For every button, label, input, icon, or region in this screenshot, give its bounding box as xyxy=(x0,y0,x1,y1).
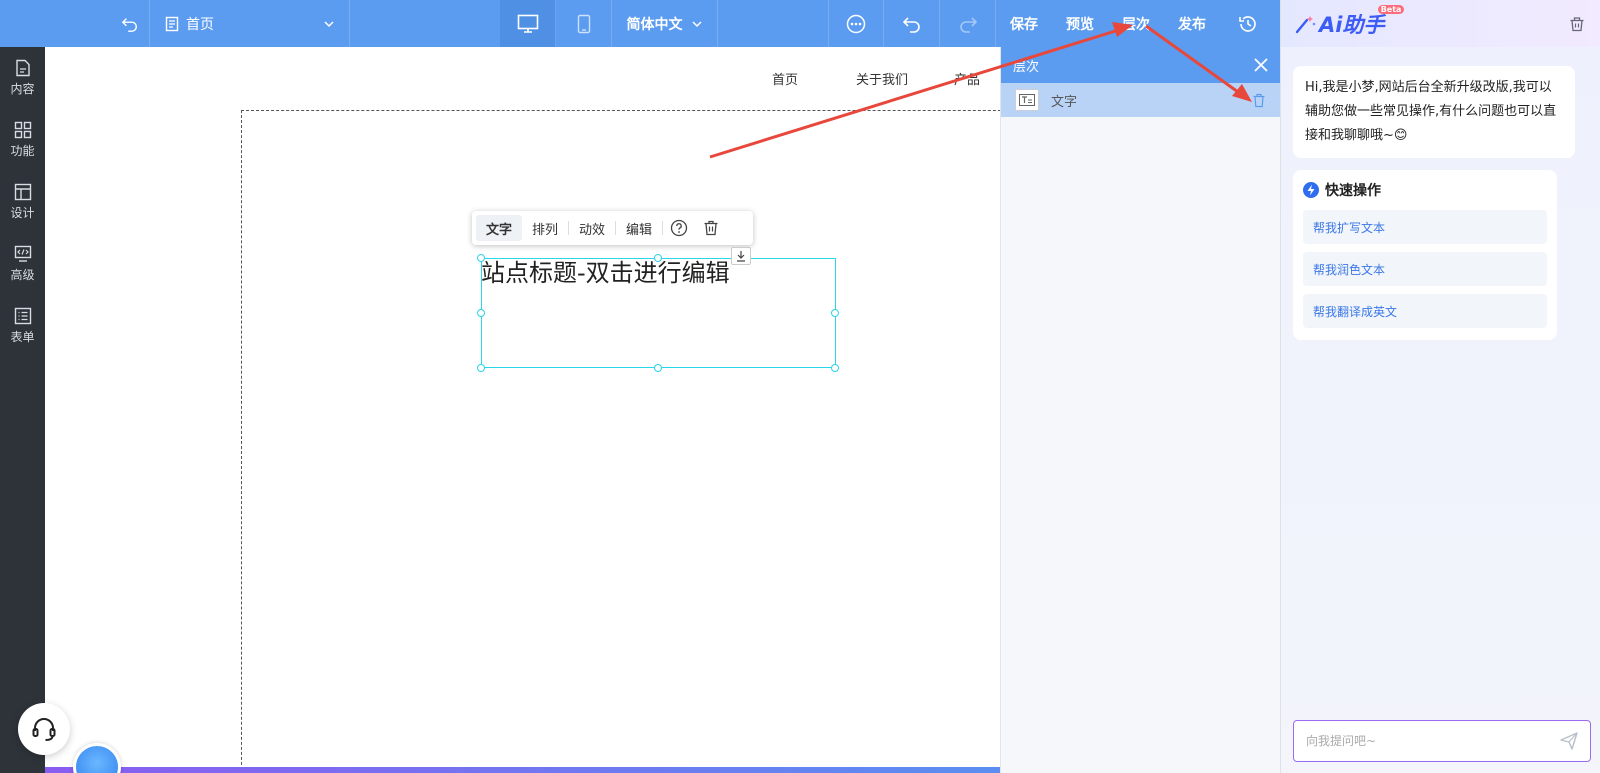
ai-greeting-message: Hi,我是小梦,网站后台全新升级改版,我可以辅助您做一些常见操作,有什么问题也可… xyxy=(1293,66,1575,158)
quick-actions-card: 快速操作 帮我扩写文本 帮我润色文本 帮我翻译成英文 xyxy=(1293,170,1557,340)
toolbar-tab-animation[interactable]: 动效 xyxy=(569,215,615,241)
text-layer-icon xyxy=(1015,89,1039,111)
anchor-button[interactable] xyxy=(731,247,751,265)
back-button[interactable] xyxy=(110,0,150,47)
chevron-down-icon xyxy=(324,20,334,27)
sidebar-item-features[interactable]: 功能 xyxy=(0,109,45,171)
more-icon xyxy=(846,14,866,33)
chevron-down-icon xyxy=(691,20,702,27)
desktop-view-button[interactable] xyxy=(500,0,556,47)
ai-assistant-panel: Ai助手 Beta Hi,我是小梦,网站后台全新升级改版,我可以辅助您做一些常见… xyxy=(1280,0,1600,773)
resize-handle[interactable] xyxy=(477,364,485,372)
magic-wand-icon xyxy=(1295,15,1316,33)
code-icon xyxy=(14,245,31,262)
language-label: 简体中文 xyxy=(626,16,683,33)
assistant-orb[interactable] xyxy=(73,743,121,773)
history-button[interactable] xyxy=(1220,0,1276,47)
left-sidebar: 内容 功能 设计 高级 表单 xyxy=(0,47,45,773)
sidebar-item-label: 设计 xyxy=(10,206,35,220)
send-icon[interactable] xyxy=(1560,732,1578,750)
layer-item[interactable]: 文字 xyxy=(1001,83,1280,117)
layers-panel: 层次 文字 xyxy=(1000,47,1280,773)
site-nav: 首页 关于我们 产品 xyxy=(45,69,1000,89)
ai-panel-header: Ai助手 Beta xyxy=(1281,0,1600,47)
page-icon xyxy=(165,16,179,31)
nav-item[interactable]: 首页 xyxy=(772,69,798,88)
element-toolbar: 文字 排列 动效 编辑 xyxy=(472,211,753,245)
resize-handle[interactable] xyxy=(654,364,662,372)
mobile-icon xyxy=(577,14,590,33)
customer-support-button[interactable] xyxy=(18,703,70,755)
toolbar-tab-text[interactable]: 文字 xyxy=(476,215,523,241)
canvas-bottom-bar xyxy=(45,767,1000,773)
history-icon xyxy=(1239,15,1256,32)
undo-button[interactable] xyxy=(884,0,940,47)
layers-button[interactable]: 层次 xyxy=(1108,0,1164,47)
site-title-text[interactable]: 站点标题-双击进行编辑 xyxy=(481,253,730,288)
layer-item-label: 文字 xyxy=(1051,94,1078,110)
close-icon[interactable] xyxy=(1254,58,1268,72)
layout-icon xyxy=(14,183,31,201)
desktop-icon xyxy=(517,14,538,33)
nav-item[interactable]: 关于我们 xyxy=(856,69,908,88)
resize-handle[interactable] xyxy=(477,309,485,317)
more-button[interactable] xyxy=(828,0,884,47)
content-area-outline xyxy=(241,110,1000,773)
undo-icon xyxy=(902,16,920,33)
language-selector[interactable]: 简体中文 xyxy=(612,0,718,47)
download-icon xyxy=(737,251,745,262)
ai-chat-input-box xyxy=(1293,720,1591,762)
layers-panel-title: 层次 xyxy=(1013,59,1040,75)
sidebar-item-form[interactable]: 表单 xyxy=(0,295,45,357)
layers-panel-header: 层次 xyxy=(1001,47,1280,83)
delete-button[interactable] xyxy=(695,215,727,241)
help-button[interactable] xyxy=(663,215,695,241)
page-selector[interactable]: 首页 xyxy=(150,0,350,47)
redo-button[interactable] xyxy=(940,0,996,47)
toolbar-tab-edit[interactable]: 编辑 xyxy=(616,215,662,241)
editor-canvas[interactable]: 首页 关于我们 产品 文字 排列 动效 编辑 站点标题-双击进行编辑 xyxy=(45,47,1000,773)
sidebar-item-label: 表单 xyxy=(10,330,35,344)
nav-item[interactable]: 产品 xyxy=(954,69,980,88)
resize-handle[interactable] xyxy=(831,364,839,372)
trash-icon[interactable] xyxy=(1568,15,1586,33)
sidebar-item-advanced[interactable]: 高级 xyxy=(0,233,45,295)
redo-icon xyxy=(959,16,977,33)
page-selector-label: 首页 xyxy=(186,16,214,33)
form-icon xyxy=(14,307,31,325)
quick-action-expand-text[interactable]: 帮我扩写文本 xyxy=(1303,210,1547,244)
top-toolbar: 首页 简体中文 保存 预览 层次 发布 xyxy=(0,0,1280,47)
help-icon xyxy=(670,219,688,237)
beta-badge: Beta xyxy=(1377,4,1405,14)
sidebar-item-design[interactable]: 设计 xyxy=(0,171,45,233)
save-button[interactable]: 保存 xyxy=(996,0,1052,47)
sidebar-item-label: 内容 xyxy=(10,82,35,96)
sidebar-item-label: 高级 xyxy=(10,268,35,282)
headset-icon xyxy=(32,718,56,741)
ai-chat-input[interactable] xyxy=(1306,734,1560,748)
quick-actions-title-text: 快速操作 xyxy=(1325,183,1381,199)
sidebar-item-content[interactable]: 内容 xyxy=(0,47,45,109)
preview-button[interactable]: 预览 xyxy=(1052,0,1108,47)
back-icon xyxy=(121,17,137,32)
trash-icon xyxy=(704,220,718,236)
quick-actions-title: 快速操作 xyxy=(1303,180,1547,200)
quick-action-polish-text[interactable]: 帮我润色文本 xyxy=(1303,252,1547,286)
sidebar-item-label: 功能 xyxy=(10,144,35,158)
trash-icon[interactable] xyxy=(1252,93,1266,108)
file-icon xyxy=(15,59,30,77)
ai-logo: Ai助手 Beta xyxy=(1295,4,1405,39)
grid-icon xyxy=(14,121,31,139)
resize-handle[interactable] xyxy=(831,309,839,317)
mobile-view-button[interactable] xyxy=(556,0,612,47)
ai-logo-text: Ai助手 xyxy=(1319,12,1385,37)
lightning-icon xyxy=(1303,182,1319,198)
toolbar-tab-arrange[interactable]: 排列 xyxy=(522,215,568,241)
publish-button[interactable]: 发布 xyxy=(1164,0,1220,47)
quick-action-translate-english[interactable]: 帮我翻译成英文 xyxy=(1303,294,1547,328)
